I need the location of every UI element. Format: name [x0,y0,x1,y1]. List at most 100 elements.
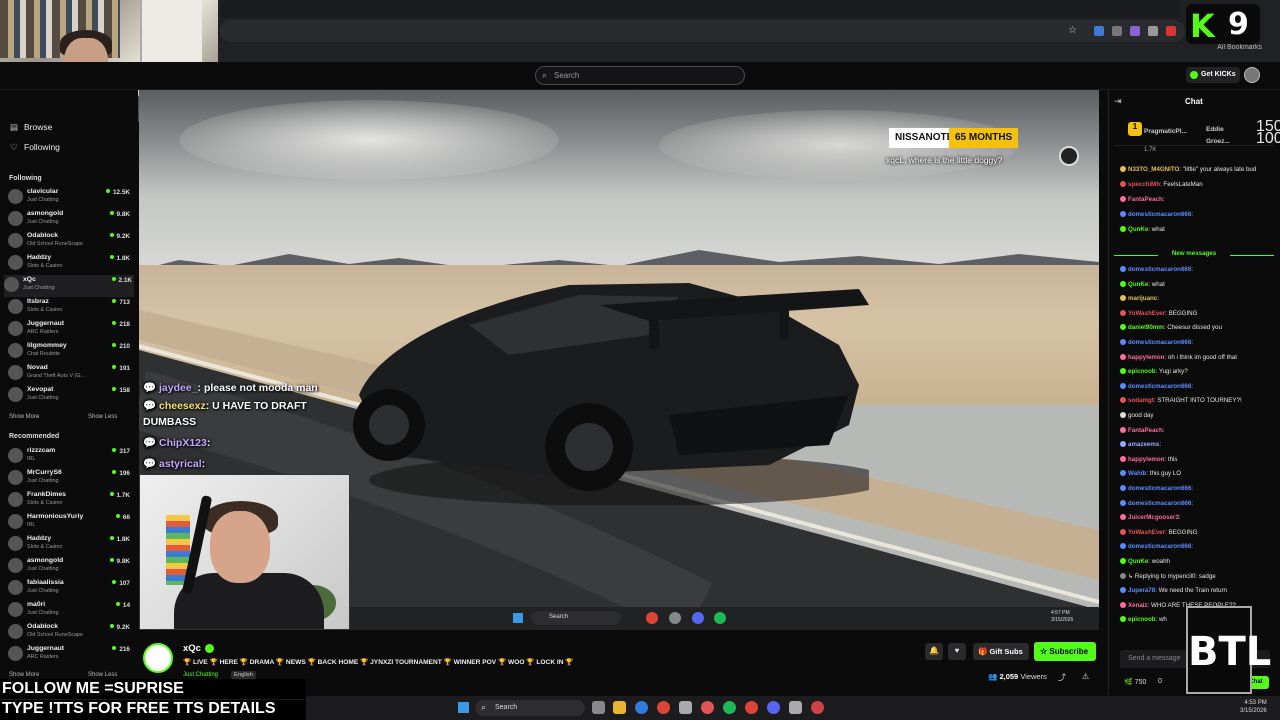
nav-browse[interactable]: ▤ Browse [10,122,52,133]
extension-icon[interactable] [1094,26,1104,36]
chat-message[interactable]: happylemon: this [1120,455,1178,463]
chat-username[interactable]: YoWashEver [1128,310,1165,317]
extension-icon[interactable] [1112,26,1122,36]
chat-message[interactable]: domesticmacaron666: [1120,543,1193,550]
taskbar-search[interactable]: ⌕ Search [475,700,585,716]
file-explorer-icon[interactable] [613,701,626,714]
chat-message[interactable]: marijuanc: [1120,295,1159,302]
store-icon[interactable] [679,701,692,714]
chat-username[interactable]: happylemon [1128,354,1164,361]
chat-message[interactable]: domesticmacaron666: [1120,339,1193,346]
chat-username[interactable]: amazeems [1128,441,1159,448]
channel-row[interactable]: asmongold Just Chatting 9.8K [8,209,132,231]
tab-strip[interactable] [220,0,1180,18]
chat-username[interactable]: QunKe [1128,226,1148,233]
app-icon[interactable] [701,701,714,714]
channel-row[interactable]: fabiaalissia Just Chatting 107 [8,578,132,600]
chat-username[interactable]: daniel90mm [1128,324,1164,331]
chat-username[interactable]: domesticmacaron666 [1128,500,1191,507]
show-more-button[interactable]: Show More [9,672,39,678]
windows-start-icon[interactable] [458,702,469,713]
chrome-icon[interactable] [745,701,758,714]
bookmark-star-icon[interactable]: ☆ [1068,25,1077,36]
channel-row[interactable]: asmongold Just Chatting 9.8K [8,556,132,578]
user-avatar[interactable] [1244,67,1260,83]
chat-message[interactable]: N33TO_M4GNITO: "little" your always late… [1120,166,1256,173]
chat-username[interactable]: epicnoob [1128,368,1156,375]
chat-username[interactable]: Xenaiz [1128,602,1148,609]
app-icon[interactable] [789,701,802,714]
chat-username[interactable]: domesticmacaron666 [1128,211,1191,218]
chrome-icon[interactable] [657,701,670,714]
chat-username[interactable]: specchiMh [1128,181,1160,188]
report-icon[interactable]: ⚠ [1082,672,1089,681]
channel-row[interactable]: ma0ri Just Chatting 14 [8,600,132,622]
channel-row[interactable]: Juggernaut ARC Raiders 218 [8,319,132,341]
chat-username[interactable]: FantaPeach [1128,196,1163,203]
spotify-icon[interactable] [723,701,736,714]
stream-language[interactable]: English [231,671,257,679]
channel-row[interactable]: Juggernaut ARC Raiders 216 [8,644,132,666]
task-view-icon[interactable] [592,701,605,714]
discord-icon[interactable] [767,701,780,714]
edge-icon[interactable] [635,701,648,714]
chat-message[interactable]: domesticmacaron666: [1120,382,1193,390]
chat-username[interactable]: domesticmacaron666 [1128,266,1191,273]
chat-message[interactable]: domesticmacaron666: [1120,485,1193,492]
chat-username[interactable]: QunKe [1128,281,1148,288]
stream-category[interactable]: Just Chatting [183,672,218,678]
new-messages-divider[interactable]: New messages [1114,250,1274,260]
channel-row[interactable]: clavicular Just Chatting 12.5K [8,187,132,209]
heart-icon[interactable]: ♥ [948,643,966,660]
streamer-name[interactable]: xQc [183,643,201,654]
show-more-button[interactable]: Show More [9,414,39,420]
all-bookmarks-link[interactable]: All Bookmarks [1217,44,1262,51]
chat-username[interactable]: domesticmacaron666 [1128,543,1191,550]
chat-username[interactable]: FantaPeach [1128,427,1163,434]
channel-row[interactable]: Xevopat Just Chatting 158 [8,385,132,407]
chat-message[interactable]: happylemon: oh i think im good off that [1120,353,1237,361]
channel-row[interactable]: rizzzcam IRL 317 [8,446,132,468]
chat-message[interactable]: sodamgt: STRAIGHT INTO TOURNEY?! [1120,397,1242,404]
chat-username[interactable]: Wahib [1128,470,1146,477]
channel-row[interactable]: MrCurryS6 Just Chatting 196 [8,468,132,490]
chat-username[interactable]: marijuanc [1128,295,1157,302]
chat-message[interactable]: epicnoob: Yugi arky? [1120,368,1188,375]
chat-username[interactable]: sodamgt [1128,397,1154,404]
channel-row[interactable]: Haddzy Slots & Casino 1.8K [8,253,132,275]
chat-message[interactable]: specchiMh: FeelsLateMan [1120,181,1203,188]
streamer-avatar[interactable] [143,643,173,673]
nav-following[interactable]: ♡ Following [10,142,60,153]
chat-message[interactable]: QunKe: what [1120,280,1165,288]
search-input[interactable]: ⌕ Search [535,66,745,85]
extension-icon[interactable] [1166,26,1176,36]
bell-icon[interactable]: 🔔 [925,643,943,660]
chat-username[interactable]: epicnoob [1128,616,1156,623]
chat-message[interactable]: FantaPeach: [1120,426,1164,434]
chat-username[interactable]: JuicerMcgooser3 [1128,514,1179,521]
channel-row[interactable]: lilgmommey Chat Roulette 210 [8,341,132,363]
chat-message[interactable]: YoWashEver: BEGGING [1120,309,1197,317]
extension-icon[interactable] [1148,26,1158,36]
show-less-button[interactable]: Show Less [88,672,117,678]
chat-message[interactable]: QunKe: what [1120,226,1165,233]
chat-message[interactable]: epicnoob: wh [1120,616,1167,623]
chat-message[interactable]: Wahib: this guy LO [1120,470,1181,477]
chat-message[interactable]: amazeems: [1120,441,1161,448]
channel-row[interactable]: Haddzy Slots & Casino 1.8K [8,534,132,556]
chat-message[interactable]: domesticmacaron666: [1120,211,1193,218]
channel-row[interactable]: Itsbraz Slots & Casino 713 [8,297,132,319]
chat-username[interactable]: QunKe [1128,558,1148,565]
chat-message[interactable]: domesticmacaron666: [1120,266,1193,273]
channel-row[interactable]: Odablock Old School RuneScape 9.2K [8,231,132,253]
app-icon[interactable] [811,701,824,714]
channel-row[interactable]: FrankDimes Slots & Casino 1.7K [8,490,132,512]
show-less-button[interactable]: Show Less [88,414,117,420]
channel-row[interactable]: Odablock Old School RuneScape 9.2K [8,622,132,644]
subscribe-button[interactable]: ☆ Subscribe [1034,642,1096,661]
channel-row[interactable]: xQc Just Chatting 2.1K [4,275,134,297]
chat-username[interactable]: happylemon [1128,456,1164,463]
chat-message[interactable]: YoWashEver: BEGGING [1120,528,1197,536]
chat-message[interactable]: ↳ Replying to mypencil0: sadge [1120,572,1216,580]
chat-username[interactable]: N33TO_M4GNITO [1128,166,1179,173]
